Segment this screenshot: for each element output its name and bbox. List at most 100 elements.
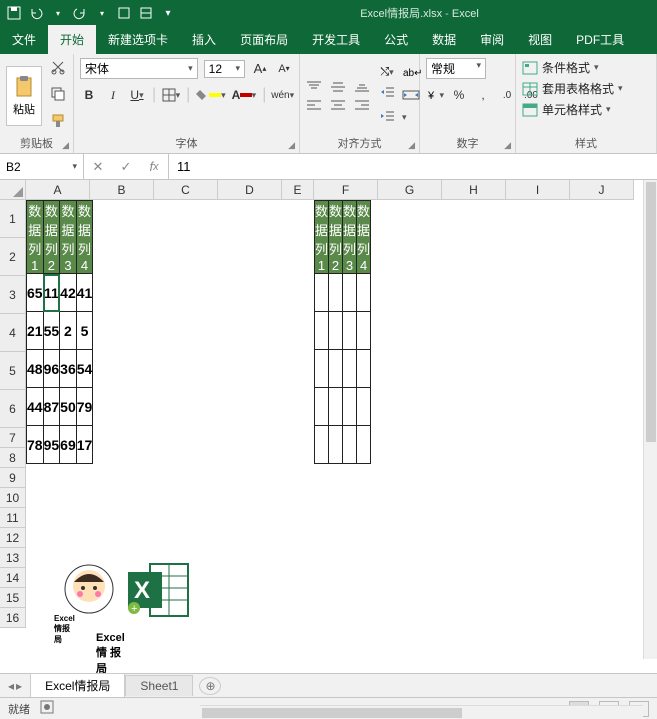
row-header[interactable]: 7	[0, 428, 26, 448]
row-header[interactable]: 10	[0, 488, 26, 508]
table-cell[interactable]: 42	[60, 274, 77, 312]
undo-icon[interactable]	[28, 5, 44, 21]
fx-icon[interactable]: fx	[140, 159, 168, 174]
increase-decimal-icon[interactable]: .0	[498, 85, 516, 105]
tab-review[interactable]: 审阅	[468, 25, 516, 54]
row-header[interactable]: 12	[0, 528, 26, 548]
table-cell[interactable]: 54	[76, 350, 93, 388]
table-header[interactable]: 数据列4	[76, 201, 93, 274]
table-cell[interactable]	[357, 350, 371, 388]
dialog-launcher-icon[interactable]: ◢	[408, 140, 415, 151]
dialog-launcher-icon[interactable]: ◢	[504, 140, 511, 151]
col-header-H[interactable]: H	[442, 180, 506, 200]
format-painter-icon[interactable]	[50, 113, 66, 134]
table-header[interactable]: 数据列2	[43, 201, 60, 274]
table-cell[interactable]: 95	[43, 426, 60, 464]
align-middle-icon[interactable]	[330, 80, 348, 94]
table-header[interactable]: 数据列3	[343, 201, 357, 274]
table-cell[interactable]	[357, 312, 371, 350]
table-cell[interactable]: 21	[27, 312, 44, 350]
italic-button[interactable]: I	[104, 85, 122, 105]
table-cell[interactable]: 87	[43, 388, 60, 426]
table-cell[interactable]	[329, 350, 343, 388]
customize-qat-icon[interactable]: ▾	[160, 5, 176, 21]
underline-button[interactable]: U ▾	[128, 85, 146, 105]
table-cell[interactable]	[343, 312, 357, 350]
font-color-button[interactable]: A▾	[232, 85, 257, 105]
font-name-select[interactable]: 宋体▾	[80, 58, 198, 79]
border-button[interactable]: ▾	[162, 85, 180, 105]
table-cell[interactable]: 17	[76, 426, 93, 464]
row-header[interactable]: 11	[0, 508, 26, 528]
tab-file[interactable]: 文件	[0, 25, 48, 54]
table-cell[interactable]	[315, 350, 329, 388]
col-header-D[interactable]: D	[218, 180, 282, 200]
column-headers[interactable]: ABCDEFGHIJ	[26, 180, 634, 200]
sheet-tab-sheet1[interactable]: Sheet1	[125, 675, 193, 696]
save-icon[interactable]	[6, 5, 22, 21]
tab-home[interactable]: 开始	[48, 25, 96, 54]
table-cell[interactable]: 78	[27, 426, 44, 464]
row-header[interactable]: 6	[0, 390, 26, 428]
align-top-icon[interactable]	[306, 80, 324, 94]
row-headers[interactable]: 12345678910111213141516	[0, 200, 26, 628]
cut-icon[interactable]	[50, 59, 66, 80]
table-cell[interactable]: 44	[27, 388, 44, 426]
tab-custom[interactable]: 新建选项卡	[96, 25, 180, 54]
vertical-scrollbar[interactable]	[643, 180, 657, 659]
indent-inc-icon[interactable]	[380, 109, 394, 127]
align-center-icon[interactable]	[330, 98, 348, 112]
paste-button[interactable]: 粘贴	[6, 66, 42, 126]
sheet-nav[interactable]: ◂▸	[0, 679, 30, 693]
row-header[interactable]: 4	[0, 314, 26, 352]
number-format-select[interactable]: 常规▾	[426, 58, 486, 79]
col-header-B[interactable]: B	[90, 180, 154, 200]
orientation-icon[interactable]: ⤭▾	[380, 66, 393, 79]
table-cell[interactable]	[315, 426, 329, 464]
tab-developer[interactable]: 开发工具	[300, 25, 372, 54]
confirm-edit-icon[interactable]: ✓	[112, 159, 140, 175]
currency-button[interactable]: ¥▾	[426, 85, 444, 105]
table-cell[interactable]: 2	[60, 312, 77, 350]
table-cell[interactable]: 5	[76, 312, 93, 350]
table-cell[interactable]: 41	[76, 274, 93, 312]
table-header[interactable]: 数据列1	[315, 201, 329, 274]
table-cell[interactable]	[315, 274, 329, 312]
table-cell[interactable]: 96	[43, 350, 60, 388]
align-bottom-icon[interactable]	[354, 80, 372, 94]
col-header-I[interactable]: I	[506, 180, 570, 200]
col-header-G[interactable]: G	[378, 180, 442, 200]
table-cell[interactable]	[343, 388, 357, 426]
cancel-edit-icon[interactable]: ✕	[84, 159, 112, 175]
table-cell[interactable]: 48	[27, 350, 44, 388]
align-left-icon[interactable]	[306, 98, 324, 112]
col-header-E[interactable]: E	[282, 180, 314, 200]
row-header[interactable]: 3	[0, 276, 26, 314]
row-header[interactable]: 13	[0, 548, 26, 568]
worksheet-grid[interactable]: ABCDEFGHIJ 12345678910111213141516 数据列1数…	[0, 180, 657, 673]
table-cell[interactable]	[329, 312, 343, 350]
table-cell[interactable]	[343, 274, 357, 312]
col-header-F[interactable]: F	[314, 180, 378, 200]
table-cell[interactable]	[357, 274, 371, 312]
bold-button[interactable]: B	[80, 85, 98, 105]
formula-input[interactable]: 11	[169, 154, 657, 179]
data-table-2[interactable]: 数据列1数据列2数据列3数据列4	[314, 200, 371, 464]
redo-icon[interactable]	[72, 5, 88, 21]
table-header[interactable]: 数据列4	[357, 201, 371, 274]
table-cell[interactable]	[329, 426, 343, 464]
dialog-launcher-icon[interactable]: ◢	[288, 140, 295, 151]
row-header[interactable]: 14	[0, 568, 26, 588]
table-cell[interactable]: 36	[60, 350, 77, 388]
fill-color-button[interactable]: ▾	[196, 85, 225, 105]
table-cell[interactable]	[329, 388, 343, 426]
table-cell[interactable]	[329, 274, 343, 312]
tab-pdf[interactable]: PDF工具	[564, 25, 636, 54]
table-cell[interactable]	[315, 312, 329, 350]
table-header[interactable]: 数据列1	[27, 201, 44, 274]
row-header[interactable]: 16	[0, 608, 26, 628]
tab-insert[interactable]: 插入	[180, 25, 228, 54]
copy-icon[interactable]	[50, 86, 66, 107]
row-header[interactable]: 15	[0, 588, 26, 608]
row-header[interactable]: 1	[0, 200, 26, 238]
